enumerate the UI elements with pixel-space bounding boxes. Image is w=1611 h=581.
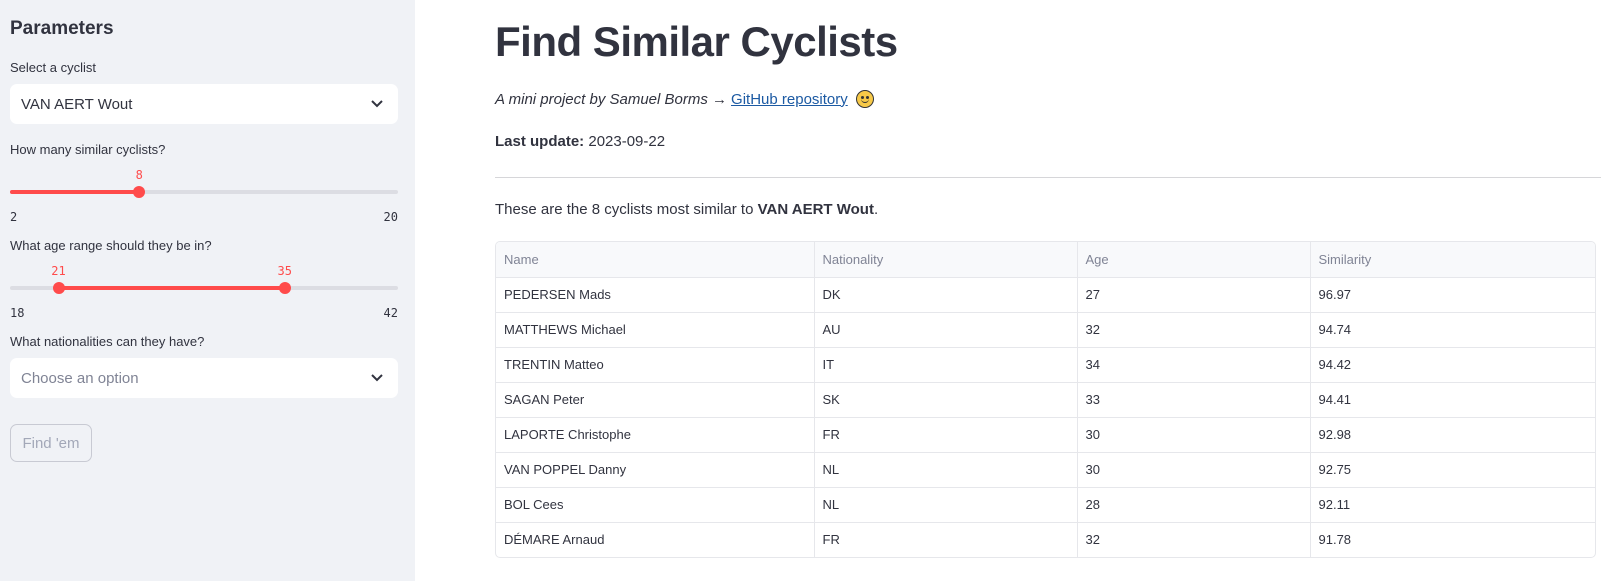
page-title: Find Similar Cyclists (495, 18, 898, 65)
table-row: SAGAN Peter SK 33 94.41 (496, 382, 1595, 418)
slider-fill (10, 190, 140, 194)
cell-age[interactable]: 34 (1077, 347, 1311, 383)
slider-fill (58, 286, 285, 290)
table-header-row: Name Nationality Age Similarity (496, 242, 1595, 278)
byline-text: A mini project by Samuel Borms → (495, 90, 728, 108)
cell-similarity[interactable]: 92.11 (1310, 487, 1595, 523)
cell-name[interactable]: BOL Cees (496, 487, 815, 523)
desc-cyclist-name: VAN AERT Wout (757, 201, 874, 218)
cell-age[interactable]: 32 (1077, 312, 1311, 348)
find-button[interactable]: Find 'em (10, 424, 92, 462)
byline: A mini project by Samuel Borms → GitHub … (495, 90, 874, 108)
table-row: TRENTIN Matteo IT 34 94.42 (496, 347, 1595, 383)
cell-similarity[interactable]: 92.75 (1310, 452, 1595, 488)
chevron-down-icon (370, 371, 384, 385)
slider-value: 8 (135, 168, 143, 182)
slider-thumb-high[interactable] (278, 282, 291, 294)
cell-age[interactable]: 27 (1077, 277, 1311, 313)
table-row: PEDERSEN Mads DK 27 96.97 (496, 277, 1595, 313)
cyclist-select[interactable]: VAN AERT Wout (10, 84, 398, 124)
table-row: VAN POPPEL Danny NL 30 92.75 (496, 452, 1595, 488)
divider (495, 177, 1601, 178)
cell-nationality[interactable]: FR (814, 417, 1078, 453)
column-header-age[interactable]: Age (1077, 242, 1311, 278)
slider-value-high: 35 (277, 264, 292, 278)
cell-similarity[interactable]: 91.78 (1310, 522, 1595, 557)
cell-name[interactable]: PEDERSEN Mads (496, 277, 815, 313)
cell-nationality[interactable]: IT (814, 347, 1078, 383)
cell-name[interactable]: DÉMARE Arnaud (496, 522, 815, 557)
last-update: Last update: 2023-09-22 (495, 133, 665, 150)
chevron-down-icon (370, 97, 384, 111)
cell-name[interactable]: LAPORTE Christophe (496, 417, 815, 453)
cell-similarity[interactable]: 94.42 (1310, 347, 1595, 383)
cyclist-select-value: VAN AERT Wout (21, 95, 133, 113)
cyclist-select-label: Select a cyclist (10, 60, 96, 75)
nationality-select-label: What nationalities can they have? (10, 334, 205, 349)
desc-prefix: These are the 8 cyclists most similar to (495, 201, 758, 218)
cell-name[interactable]: MATTHEWS Michael (496, 312, 815, 348)
nationality-multiselect[interactable]: Choose an option (10, 358, 398, 398)
slider-max: 20 (383, 210, 398, 224)
cell-age[interactable]: 30 (1077, 417, 1311, 453)
slider-min: 2 (10, 210, 18, 224)
nationality-placeholder: Choose an option (21, 369, 139, 387)
slider-max: 42 (383, 306, 398, 320)
cell-nationality[interactable]: DK (814, 277, 1078, 313)
last-update-value: 2023-09-22 (584, 133, 666, 150)
cell-nationality[interactable]: SK (814, 382, 1078, 418)
age-slider-label: What age range should they be in? (10, 238, 212, 253)
cell-nationality[interactable]: NL (814, 452, 1078, 488)
column-header-name[interactable]: Name (496, 242, 815, 278)
cell-name[interactable]: TRENTIN Matteo (496, 347, 815, 383)
slider-value-low: 21 (51, 264, 66, 278)
slider-min: 18 (10, 306, 25, 320)
last-update-label: Last update: (495, 133, 585, 150)
sidebar-title: Parameters (10, 18, 114, 39)
cell-age[interactable]: 33 (1077, 382, 1311, 418)
slider-thumb-low[interactable] (52, 282, 65, 294)
count-slider[interactable]: 8 2 20 (10, 168, 398, 224)
table-row: BOL Cees NL 28 92.11 (496, 487, 1595, 523)
count-slider-label: How many similar cyclists? (10, 142, 166, 157)
cell-similarity[interactable]: 92.98 (1310, 417, 1595, 453)
github-link[interactable]: GitHub repository (731, 91, 848, 108)
cell-age[interactable]: 32 (1077, 522, 1311, 557)
smiley-icon (855, 90, 874, 108)
cell-name[interactable]: VAN POPPEL Danny (496, 452, 815, 488)
results-table[interactable]: Name Nationality Age Similarity PEDERSEN… (495, 241, 1596, 558)
column-header-similarity[interactable]: Similarity (1310, 242, 1595, 278)
column-header-nationality[interactable]: Nationality (814, 242, 1078, 278)
table-row: DÉMARE Arnaud FR 32 91.78 (496, 522, 1595, 557)
sidebar: Parameters Select a cyclist VAN AERT Wou… (0, 0, 415, 581)
main-content: Find Similar Cyclists A mini project by … (415, 0, 1611, 581)
desc-suffix: . (873, 201, 879, 218)
age-range-slider[interactable]: 21 35 18 42 (10, 264, 398, 320)
cell-age[interactable]: 30 (1077, 452, 1311, 488)
cell-age[interactable]: 28 (1077, 487, 1311, 523)
table-row: MATTHEWS Michael AU 32 94.74 (496, 312, 1595, 348)
result-description: These are the 8 cyclists most similar to… (495, 201, 878, 218)
cell-name[interactable]: SAGAN Peter (496, 382, 815, 418)
cell-similarity[interactable]: 94.74 (1310, 312, 1595, 348)
cell-nationality[interactable]: AU (814, 312, 1078, 348)
cell-nationality[interactable]: NL (814, 487, 1078, 523)
table-row: LAPORTE Christophe FR 30 92.98 (496, 417, 1595, 453)
cell-nationality[interactable]: FR (814, 522, 1078, 557)
cell-similarity[interactable]: 96.97 (1310, 277, 1595, 313)
slider-thumb[interactable] (133, 186, 146, 198)
cell-similarity[interactable]: 94.41 (1310, 382, 1595, 418)
